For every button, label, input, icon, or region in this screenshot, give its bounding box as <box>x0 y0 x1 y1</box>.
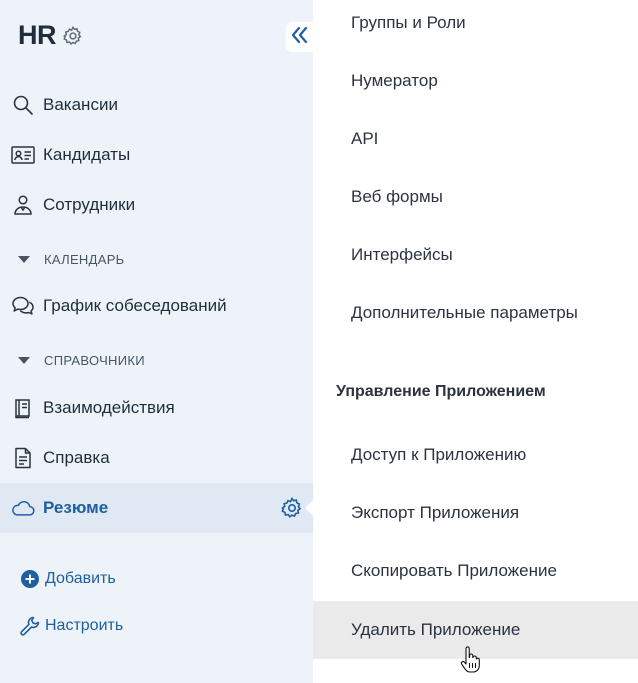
menu-item-label: Веб формы <box>351 187 443 206</box>
sidebar-item-vacancies[interactable]: Вакансии <box>0 80 313 130</box>
cloud-icon <box>11 496 35 520</box>
menu-item-label: Скопировать Приложение <box>351 561 557 580</box>
menu-group-title: Управление Приложением <box>336 383 546 400</box>
configure-button-label: Настроить <box>45 617 124 634</box>
menu-item-label: API <box>351 129 379 148</box>
section-label: СПРАВОЧНИКИ <box>44 353 145 368</box>
sidebar: HR Вакансии Кандидаты Сотрудники КАЛЕНДА… <box>0 0 313 683</box>
document-icon <box>11 446 35 470</box>
menu-item-label: Доступ к Приложению <box>351 445 527 464</box>
sidebar-item-resume[interactable]: Резюме <box>0 483 313 533</box>
menu-item-label: Интерфейсы <box>351 245 453 264</box>
menu-item-numerator[interactable]: Нумератор <box>313 52 638 110</box>
wrench-icon <box>19 615 41 637</box>
sidebar-item-interview-schedule[interactable]: График собеседований <box>0 281 313 331</box>
sidebar-item-interactions[interactable]: Взаимодействия <box>0 383 313 433</box>
search-icon <box>11 93 35 117</box>
sidebar-item-label: Взаимодействия <box>43 398 175 417</box>
collapse-sidebar-button[interactable] <box>286 22 313 52</box>
caret-down-icon <box>18 256 30 263</box>
sidebar-item-employees[interactable]: Сотрудники <box>0 180 313 230</box>
app-title: HR <box>18 20 57 50</box>
menu-item-api[interactable]: API <box>313 110 638 168</box>
section-directories[interactable]: СПРАВОЧНИКИ <box>18 353 145 368</box>
menu-item-interfaces[interactable]: Интерфейсы <box>313 226 638 284</box>
caret-down-icon <box>18 357 30 364</box>
chat-bubbles-icon <box>11 294 35 318</box>
brand: HR <box>18 20 84 51</box>
add-button[interactable]: Добавить <box>19 568 116 590</box>
hand-cursor-icon <box>460 646 480 674</box>
plus-circle-icon <box>19 568 41 590</box>
menu-item-export-app[interactable]: Экспорт Приложения <box>313 484 638 542</box>
menu-item-app-access[interactable]: Доступ к Приложению <box>313 426 638 484</box>
menu-item-additional-params[interactable]: Дополнительные параметры <box>313 284 638 342</box>
id-card-icon <box>11 143 35 167</box>
employee-icon <box>11 193 35 217</box>
settings-menu: Группы и Роли Нумератор API Веб формы Ин… <box>313 0 638 683</box>
sidebar-item-label: Резюме <box>43 498 109 517</box>
sidebar-item-label: График собеседований <box>43 296 227 315</box>
book-icon <box>11 396 35 420</box>
section-label: КАЛЕНДАРЬ <box>44 252 125 267</box>
sidebar-item-label: Справка <box>43 448 110 467</box>
menu-item-groups-roles[interactable]: Группы и Роли <box>313 0 638 52</box>
configure-button[interactable]: Настроить <box>19 615 123 637</box>
sidebar-item-label: Сотрудники <box>43 195 136 214</box>
menu-item-label: Удалить Приложение <box>351 620 521 639</box>
menu-item-web-forms[interactable]: Веб формы <box>313 168 638 226</box>
menu-item-copy-app[interactable]: Скопировать Приложение <box>313 542 638 600</box>
double-chevron-left-icon <box>291 26 309 49</box>
add-button-label: Добавить <box>45 570 116 587</box>
menu-item-label: Группы и Роли <box>351 13 466 32</box>
menu-item-label: Экспорт Приложения <box>351 503 520 522</box>
sidebar-item-label: Кандидаты <box>43 145 131 164</box>
gear-icon[interactable] <box>62 25 84 47</box>
section-calendar[interactable]: КАЛЕНДАРЬ <box>18 252 125 267</box>
sidebar-item-help[interactable]: Справка <box>0 433 313 483</box>
gear-icon[interactable] <box>280 496 304 520</box>
sidebar-item-label: Вакансии <box>43 95 118 114</box>
menu-pointer <box>305 500 313 516</box>
menu-item-label: Дополнительные параметры <box>351 303 578 322</box>
sidebar-item-candidates[interactable]: Кандидаты <box>0 130 313 180</box>
menu-item-label: Нумератор <box>351 71 438 90</box>
